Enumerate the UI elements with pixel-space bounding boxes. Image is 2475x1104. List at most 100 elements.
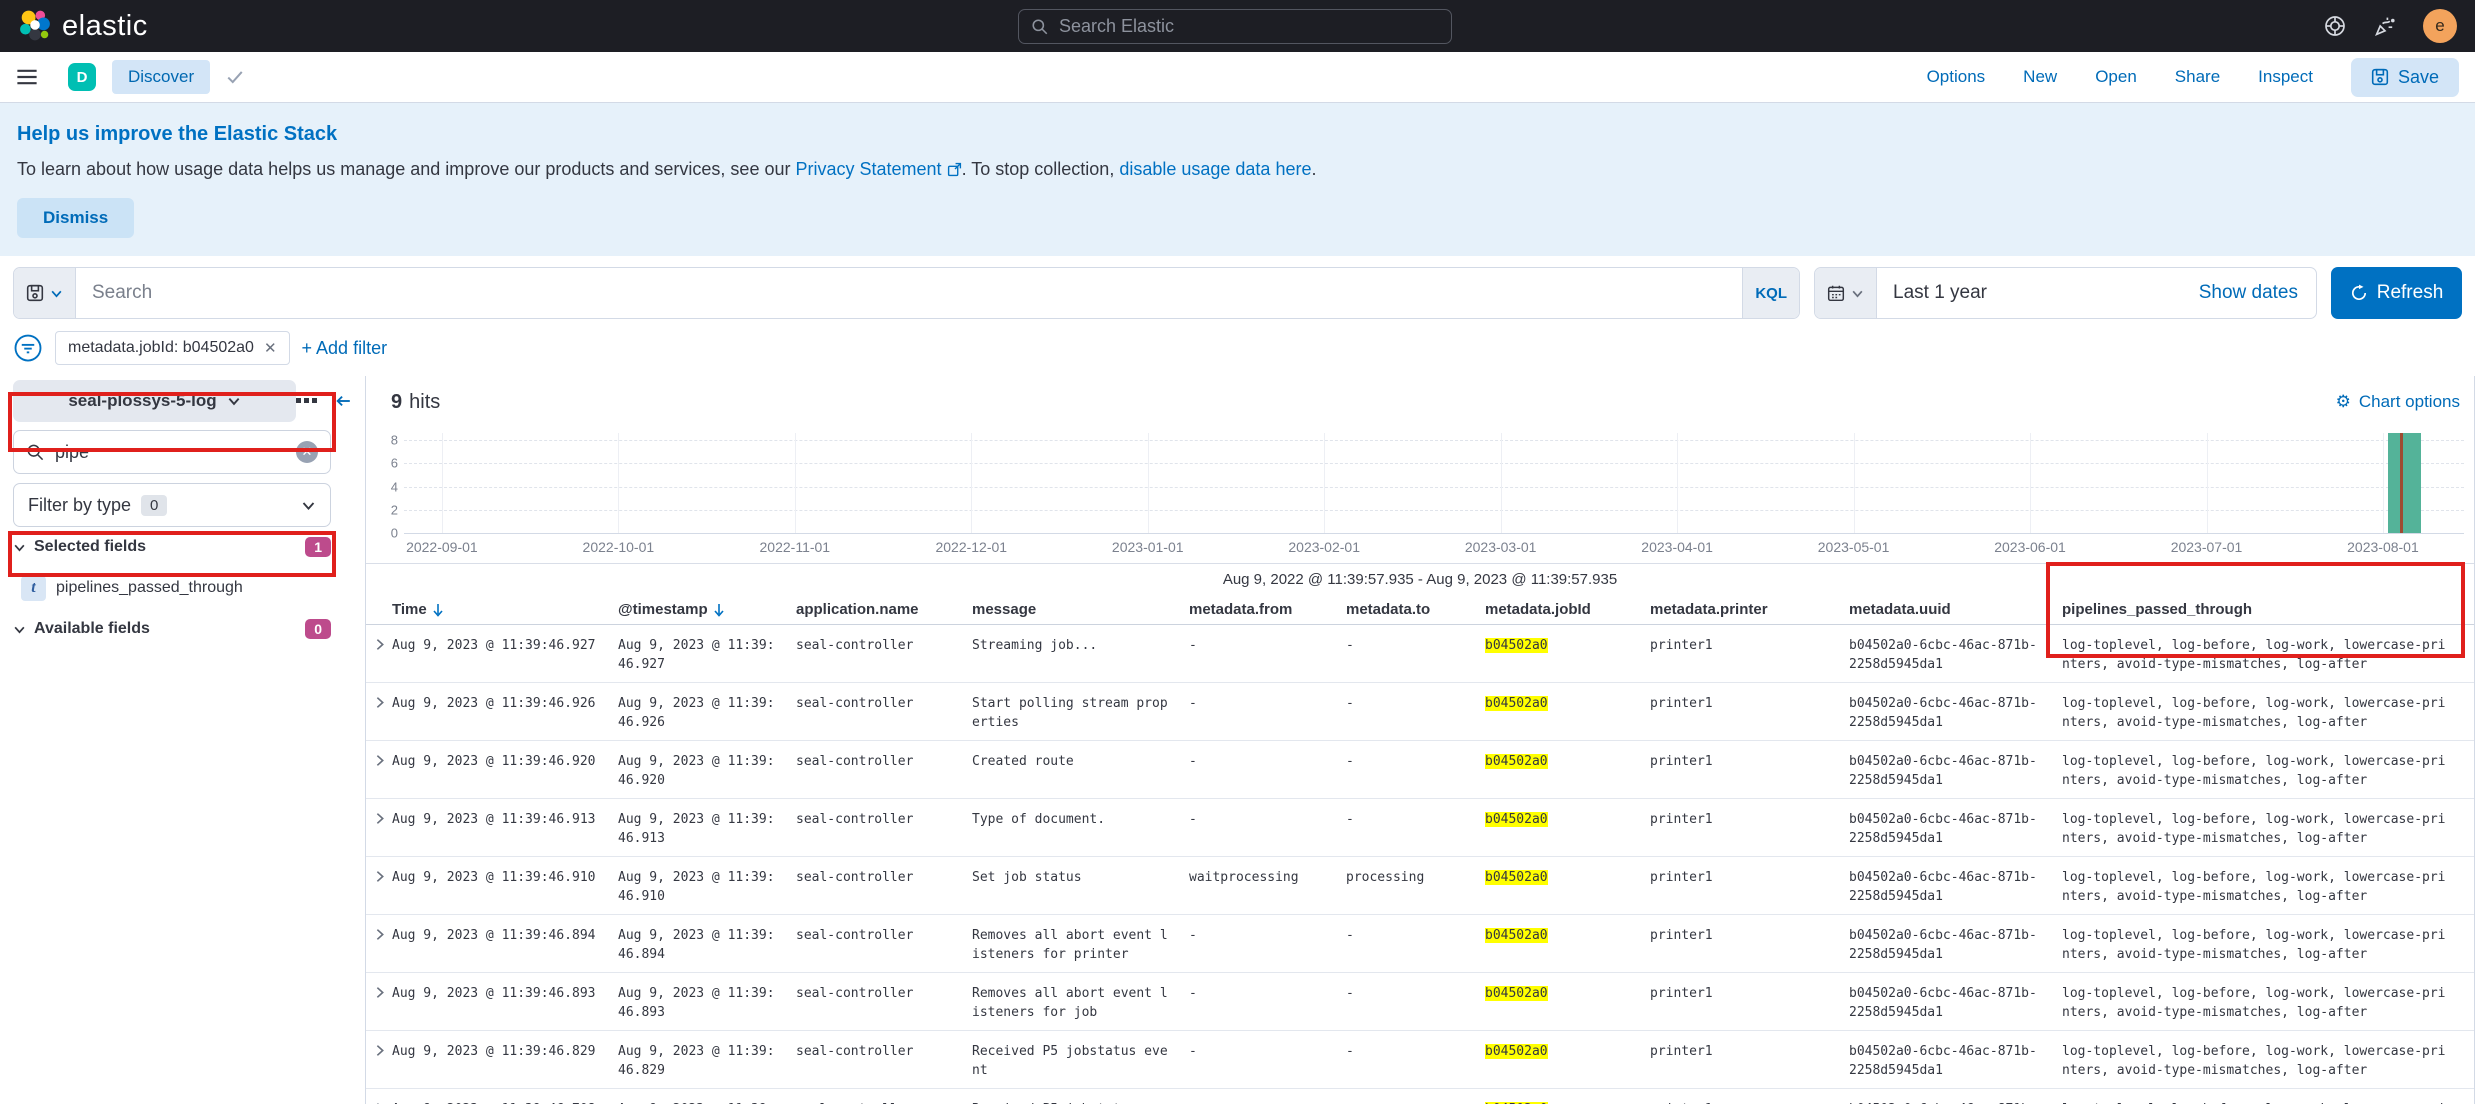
chart-x-tick: 2023-07-01: [2171, 539, 2243, 555]
histogram-x-axis: 2022-09-012022-10-012022-11-012022-12-01…: [404, 537, 2464, 561]
column-header-application-name[interactable]: application.name: [796, 601, 972, 618]
histogram-bar[interactable]: [2388, 433, 2421, 533]
column-header-metadata-printer[interactable]: metadata.printer: [1650, 601, 1849, 618]
row-expand-button[interactable]: [372, 927, 392, 942]
chart-gridline: [1324, 433, 1325, 533]
cell-metadata-jobid: b04502a0: [1485, 810, 1650, 829]
remove-filter-icon[interactable]: ✕: [264, 339, 277, 357]
sidebar-field-item[interactable]: tpipelines_passed_through: [13, 567, 331, 609]
toolbar-link-options[interactable]: Options: [1927, 67, 1986, 87]
filter-pill[interactable]: metadata.jobId: b04502a0 ✕: [55, 331, 290, 365]
field-search-input[interactable]: pipe ✕: [13, 430, 331, 474]
cell-pipelines-passed-through: log-toplevel, log-before, log-work, lowe…: [2062, 752, 2474, 790]
clear-search-icon[interactable]: ✕: [296, 441, 318, 463]
cell-metadata-uuid: b04502a0-6cbc-46ac-871b-2258d5945da1: [1849, 1100, 2062, 1104]
histogram-chart[interactable]: 86420: [404, 433, 2464, 533]
query-search-input[interactable]: Search: [76, 268, 1742, 318]
cell-message: Type of document.: [972, 810, 1189, 829]
column-header-metadata-uuid[interactable]: metadata.uuid: [1849, 601, 2062, 618]
chart-x-tick: 2023-02-01: [1288, 539, 1360, 555]
selected-fields-count-badge: 1: [305, 537, 331, 557]
row-expand-button[interactable]: [372, 637, 392, 652]
calendar-icon: [1827, 284, 1845, 302]
chart-gridline: [404, 510, 2464, 511]
cell-application-name: seal-controller: [796, 1042, 972, 1061]
toolbar-link-open[interactable]: Open: [2095, 67, 2137, 87]
filter-by-type-label: Filter by type: [28, 495, 131, 516]
column-header-metadata-from[interactable]: metadata.from: [1189, 601, 1346, 618]
column-header-pipelines-passed-through[interactable]: pipelines_passed_through: [2062, 601, 2474, 618]
column-header-metadata-jobid[interactable]: metadata.jobId: [1485, 601, 1650, 618]
column-header-time[interactable]: Time: [392, 601, 618, 618]
toolbar-link-share[interactable]: Share: [2175, 67, 2220, 87]
banner-text2: . To stop collection,: [962, 159, 1120, 179]
row-expand-button[interactable]: [372, 869, 392, 884]
chart-gridline: [1501, 433, 1502, 533]
elastic-logo[interactable]: elastic: [18, 9, 148, 43]
column-header--timestamp[interactable]: @timestamp: [618, 601, 796, 618]
global-search-input[interactable]: Search Elastic: [1018, 9, 1452, 44]
app-navbar: D Discover Options New Open Share Inspect Sa…: [0, 52, 2475, 103]
time-range-value[interactable]: Last 1 year: [1877, 268, 2181, 318]
cell-time: Aug 9, 2023 @ 11:39:46.927: [392, 636, 618, 655]
row-expand-button[interactable]: [372, 985, 392, 1000]
newsfeed-icon[interactable]: [2373, 14, 2397, 38]
chart-options-button[interactable]: ⚙ Chart options: [2336, 392, 2460, 412]
date-quick-menu-button[interactable]: [1815, 268, 1877, 318]
cell-message: Set job status: [972, 868, 1189, 887]
help-icon[interactable]: [2323, 14, 2347, 38]
user-avatar[interactable]: e: [2423, 9, 2457, 43]
cell-metadata-jobid: b04502a0: [1485, 984, 1650, 1003]
data-view-selector[interactable]: seal-plossys-5-log: [13, 380, 296, 422]
chart-x-tick: 2022-12-01: [935, 539, 1007, 555]
menu-icon[interactable]: [16, 66, 38, 88]
cell-metadata-uuid: b04502a0-6cbc-46ac-871b-2258d5945da1: [1849, 636, 2062, 674]
row-expand-button[interactable]: [372, 811, 392, 826]
collapse-sidebar-icon[interactable]: [330, 392, 352, 410]
row-expand-button[interactable]: [372, 695, 392, 710]
cell-metadata-from: -: [1189, 810, 1346, 829]
sort-desc-icon[interactable]: [713, 603, 725, 617]
row-expand-button[interactable]: [372, 1043, 392, 1058]
column-header-message[interactable]: message: [972, 601, 1189, 618]
filter-pill-label: metadata.jobId: b04502a0: [68, 339, 254, 357]
toolbar-link-inspect[interactable]: Inspect: [2258, 67, 2313, 87]
chart-gridline: [618, 433, 619, 533]
disable-usage-link[interactable]: disable usage data here: [1119, 159, 1311, 179]
refresh-button[interactable]: Refresh: [2331, 267, 2462, 319]
dismiss-button[interactable]: Dismiss: [17, 198, 134, 238]
show-dates-button[interactable]: Show dates: [2181, 268, 2316, 318]
toolbar-link-new[interactable]: New: [2023, 67, 2057, 87]
available-fields-header[interactable]: Available fields 0: [13, 617, 331, 641]
refresh-label: Refresh: [2377, 282, 2444, 304]
highlighted-term: b04502a0: [1485, 928, 1548, 943]
saved-check-icon: [226, 68, 244, 86]
banner-text: To learn about how usage data helps us m…: [17, 159, 795, 179]
table-row: Aug 9, 2023 @ 11:39:46.926Aug 9, 2023 @ …: [366, 683, 2474, 741]
filter-menu-icon[interactable]: [13, 333, 43, 363]
chart-gridline: [404, 463, 2464, 464]
cell-metadata-printer: printer1: [1650, 752, 1849, 771]
selected-fields-header[interactable]: Selected fields 1: [13, 535, 331, 559]
cell-message: Start polling stream properties: [972, 694, 1189, 732]
kql-language-button[interactable]: KQL: [1742, 268, 1799, 318]
add-filter-button[interactable]: + Add filter: [302, 338, 388, 359]
row-expand-button[interactable]: [372, 753, 392, 768]
field-settings-icon[interactable]: [296, 394, 318, 408]
telemetry-banner: Help us improve the Elastic Stack To lea…: [0, 103, 2475, 256]
chart-y-tick: 8: [378, 433, 398, 448]
cell-metadata-uuid: b04502a0-6cbc-46ac-871b-2258d5945da1: [1849, 810, 2062, 848]
breadcrumb[interactable]: Discover: [112, 60, 210, 94]
save-button[interactable]: Save: [2351, 58, 2459, 97]
cell-pipelines-passed-through: log-toplevel, log-before, log-work, lowe…: [2062, 868, 2474, 906]
table-time-range-caption: Aug 9, 2022 @ 11:39:57.935 - Aug 9, 2023…: [366, 563, 2474, 595]
highlighted-term: b04502a0: [1485, 812, 1548, 827]
fields-sidebar: seal-plossys-5-log: [0, 376, 365, 1104]
privacy-statement-link[interactable]: Privacy Statement: [795, 159, 941, 179]
sort-desc-icon[interactable]: [432, 603, 444, 617]
column-header-metadata-to[interactable]: metadata.to: [1346, 601, 1485, 618]
saved-query-menu-button[interactable]: [14, 268, 76, 318]
space-avatar[interactable]: D: [68, 63, 96, 91]
cell-metadata-jobid: b04502a0: [1485, 694, 1650, 713]
filter-by-type-button[interactable]: Filter by type 0: [13, 483, 331, 527]
